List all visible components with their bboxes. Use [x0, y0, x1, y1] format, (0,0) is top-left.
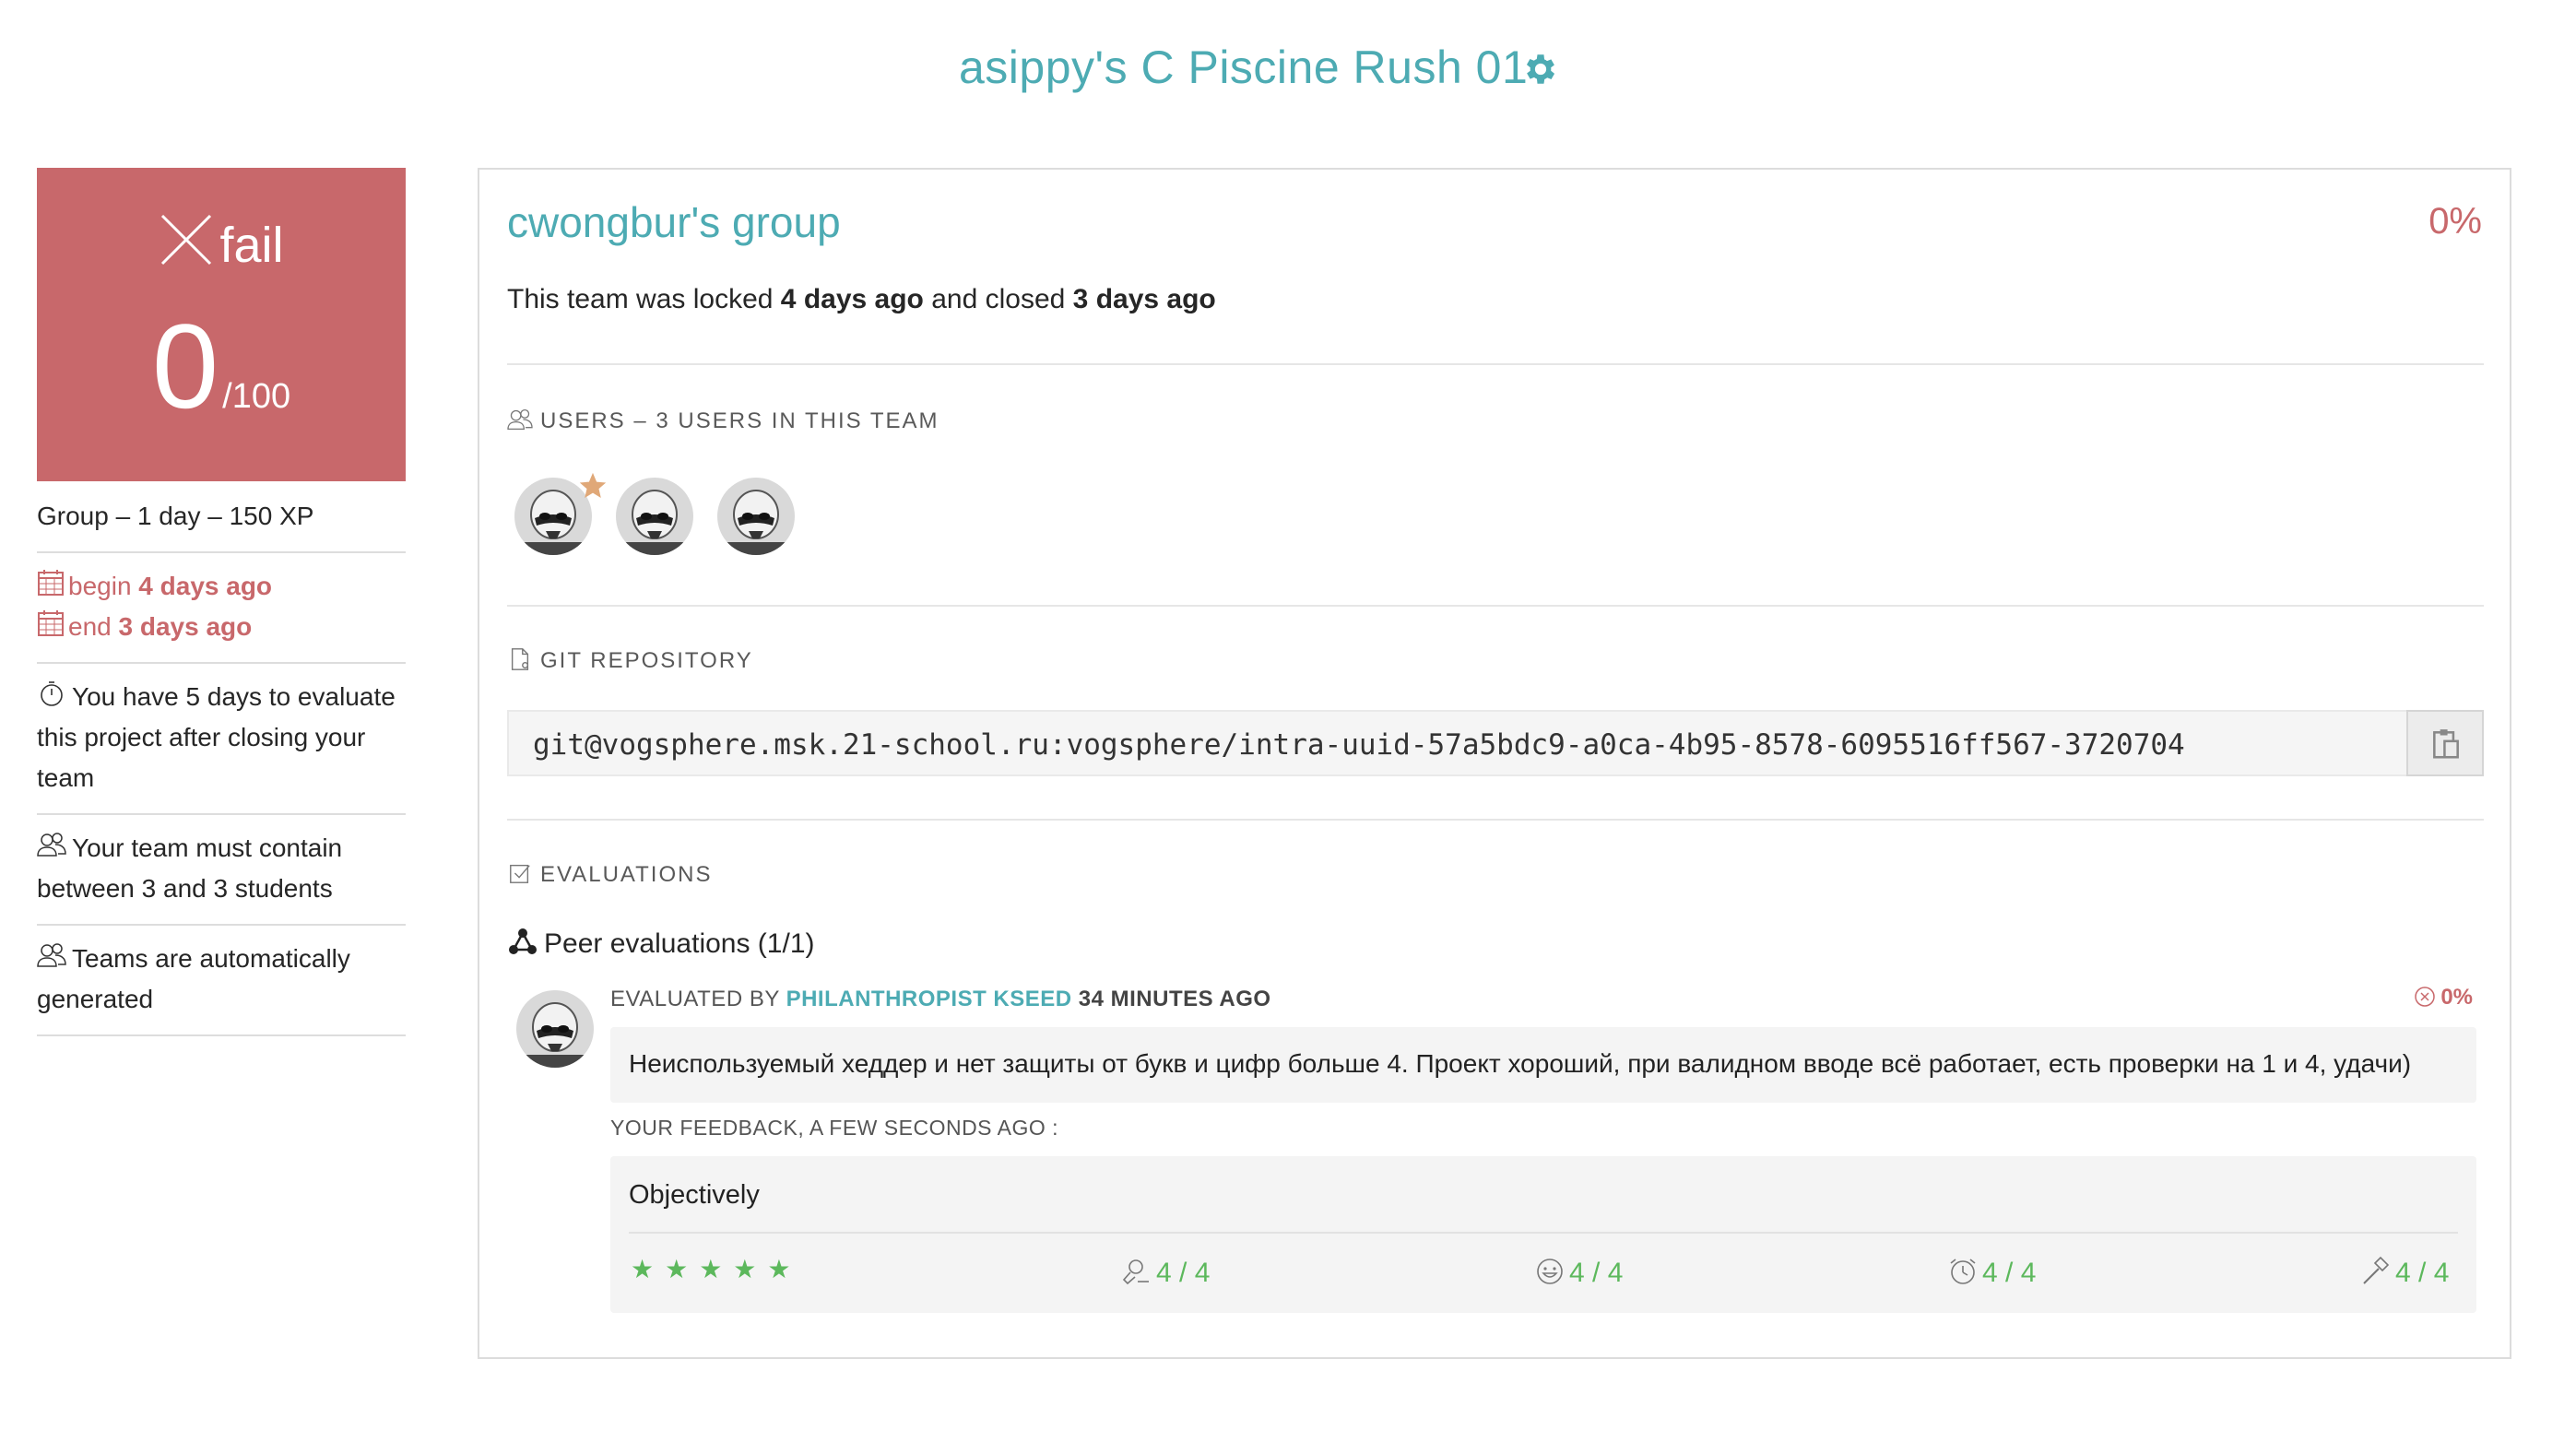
locked-prefix: This team was locked	[507, 284, 774, 314]
divider	[507, 363, 2484, 365]
avatar[interactable]	[717, 478, 795, 555]
peer-evaluations-text: Peer evaluations (1/1)	[544, 928, 815, 959]
evaluate-note: You have 5 days to evaluate this project…	[37, 664, 406, 815]
git-section-label: GIT REPOSITORY	[507, 647, 753, 674]
evaluator-avatar[interactable]	[516, 990, 594, 1068]
feedback-text: Objectively	[629, 1180, 760, 1210]
begin-label: begin	[68, 572, 132, 600]
smile-icon	[1537, 1259, 1563, 1284]
git-section-text: GIT REPOSITORY	[540, 648, 753, 673]
copy-button[interactable]	[2406, 710, 2484, 776]
locked-value: 4 days ago	[780, 284, 924, 314]
fail-x-icon	[161, 214, 212, 266]
page-title: asippy's C Piscine Rush 01	[959, 41, 1529, 93]
rating-value: 4 / 4	[1569, 1258, 1624, 1288]
divider	[507, 605, 2484, 607]
auto-team-note: Teams are automatically generated	[37, 926, 406, 1036]
stormtrooper-avatar-icon	[616, 478, 693, 555]
team-panel: cwongbur's group 0% This team was locked…	[478, 168, 2511, 1359]
evaluation-meta: EVALUATED BY PHILANTHROPIST KSEED 34 MIN…	[610, 987, 1271, 1012]
closed-prefix: and closed	[931, 284, 1066, 314]
project-sidebar: fail 0/100 Group – 1 day – 150 XP begin …	[37, 168, 406, 1036]
peer-network-icon	[509, 928, 537, 954]
rating-interest: 4 / 4	[1121, 1256, 1210, 1289]
evaluations-section-text: EVALUATIONS	[540, 862, 713, 887]
team-size-note-text: Your team must contain between 3 and 3 s…	[37, 833, 343, 903]
repo-url-field[interactable]: git@vogsphere.msk.21-school.ru:vogsphere…	[507, 710, 2484, 776]
begin-value: 4 days ago	[138, 572, 273, 600]
users-icon	[37, 833, 66, 857]
peer-evaluations-title: Peer evaluations (1/1)	[507, 926, 815, 960]
group-name[interactable]: cwongbur's group	[507, 197, 841, 247]
divider	[629, 1232, 2458, 1234]
score-denominator: /100	[222, 377, 291, 416]
feedback-label: YOUR FEEDBACK, A FEW SECONDS AGO :	[610, 1116, 1059, 1140]
repo-url[interactable]: git@vogsphere.msk.21-school.ru:vogsphere…	[533, 728, 2185, 762]
end-value: 3 days ago	[118, 612, 253, 641]
score-status: fail	[37, 212, 406, 274]
rating-rigor: 4 / 4	[2360, 1256, 2449, 1289]
gear-icon[interactable]	[1521, 50, 1560, 89]
evaluation-percent-value: 0%	[2440, 985, 2473, 1010]
feedback-box: Objectively ★★★★★ 4 / 4 4 / 4 4 / 4 4 / …	[610, 1156, 2476, 1313]
hammer-icon	[2363, 1256, 2390, 1284]
rating-punctuality: 4 / 4	[1947, 1256, 2036, 1289]
auto-team-note-text: Teams are automatically generated	[37, 944, 350, 1013]
score-box: fail 0/100	[37, 168, 406, 481]
stormtrooper-avatar-icon	[717, 478, 795, 555]
team-size-note: Your team must contain between 3 and 3 s…	[37, 815, 406, 926]
end-date: end 3 days ago	[37, 607, 406, 647]
evaluations-section-label: EVALUATIONS	[507, 861, 712, 888]
checkbox-icon	[510, 864, 530, 883]
users-section-label: USERS – 3 USERS IN THIS TEAM	[507, 408, 939, 434]
score-status-label: fail	[219, 218, 284, 273]
evaluation-comment: Неиспользуемый хеддер и нет защиты от бу…	[610, 1027, 2476, 1103]
team-lock-status: This team was locked 4 days ago and clos…	[507, 284, 1216, 315]
evaluation-time: 34 MINUTES AGO	[1078, 987, 1271, 1011]
clipboard-icon	[2433, 729, 2459, 759]
calendar-icon	[38, 570, 64, 596]
calendar-icon	[38, 610, 64, 636]
title-row: asippy's C Piscine Rush 01	[0, 41, 2576, 105]
avatar[interactable]	[616, 478, 693, 555]
fail-circle-icon	[2415, 987, 2436, 1007]
users-icon	[507, 408, 533, 431]
stopwatch-icon	[41, 681, 63, 706]
leader-star-icon	[579, 472, 607, 499]
group-percent: 0%	[2428, 201, 2482, 242]
interest-icon	[1122, 1259, 1149, 1285]
closed-value: 3 days ago	[1072, 284, 1216, 314]
users-section-text: USERS – 3 USERS IN THIS TEAM	[540, 408, 939, 433]
rating-value: 4 / 4	[1156, 1258, 1211, 1288]
score-value: 0/100	[37, 306, 406, 426]
begin-date: begin 4 days ago	[37, 566, 406, 607]
rating-smile: 4 / 4	[1534, 1256, 1623, 1289]
project-dates: begin 4 days ago end 3 days ago	[37, 553, 406, 664]
end-label: end	[68, 612, 112, 641]
score-number: 0	[151, 299, 219, 433]
evaluate-note-text: You have 5 days to evaluate this project…	[37, 682, 396, 792]
rating-value: 4 / 4	[1982, 1258, 2037, 1288]
evaluation-percent: 0%	[2413, 985, 2473, 1011]
stormtrooper-avatar-icon	[516, 990, 594, 1068]
project-meta: Group – 1 day – 150 XP	[37, 481, 406, 553]
users-icon	[37, 943, 66, 967]
alarm-clock-icon	[1950, 1259, 1976, 1284]
file-icon	[511, 648, 529, 670]
star-rating: ★★★★★	[631, 1255, 802, 1283]
evaluated-by-label: EVALUATED BY	[610, 987, 780, 1011]
evaluation-comment-text: Неиспользуемый хеддер и нет защиты от бу…	[629, 1049, 2412, 1078]
evaluator-link[interactable]: PHILANTHROPIST KSEED	[786, 987, 1072, 1011]
divider	[507, 819, 2484, 821]
rating-value: 4 / 4	[2395, 1258, 2450, 1288]
